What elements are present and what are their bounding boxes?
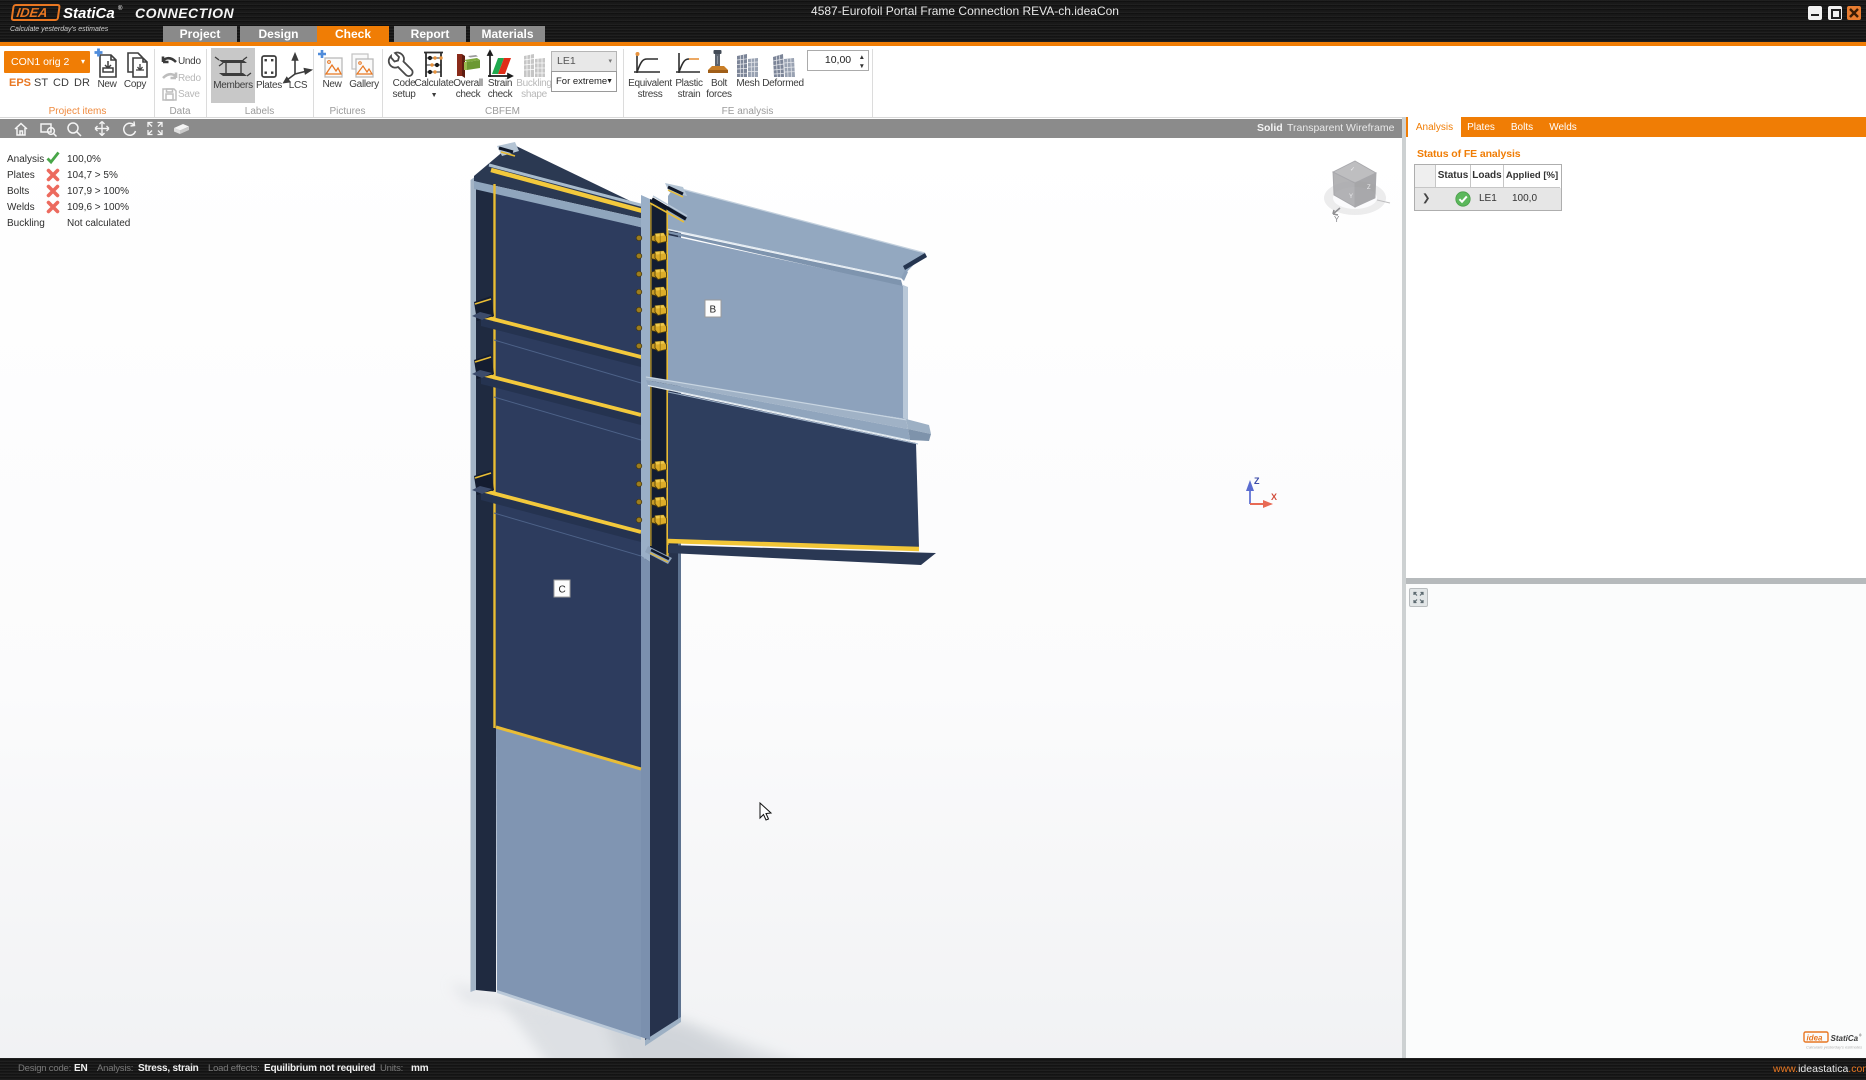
svg-text:idea: idea — [1807, 1034, 1824, 1043]
svg-text:Z: Z — [1367, 185, 1371, 191]
svg-text:X: X — [1271, 492, 1277, 502]
svg-text:✓: ✓ — [1350, 167, 1355, 173]
svg-text:B: B — [710, 305, 717, 316]
svg-text:C: C — [559, 585, 566, 596]
svg-text:StatiCa: StatiCa — [1831, 1034, 1859, 1043]
svg-text:®: ® — [1859, 1034, 1862, 1038]
svg-text:Calculate yesterday's estimate: Calculate yesterday's estimates — [1806, 1045, 1862, 1050]
svg-text:Y: Y — [1349, 194, 1353, 200]
svg-text:Y: Y — [1334, 215, 1340, 224]
svg-text:®: ® — [118, 5, 123, 12]
svg-text:CONNECTION: CONNECTION — [135, 5, 235, 21]
svg-text:IDEA: IDEA — [16, 5, 49, 20]
svg-text:Z: Z — [1254, 476, 1260, 486]
svg-text:StatiCa: StatiCa — [63, 5, 115, 22]
